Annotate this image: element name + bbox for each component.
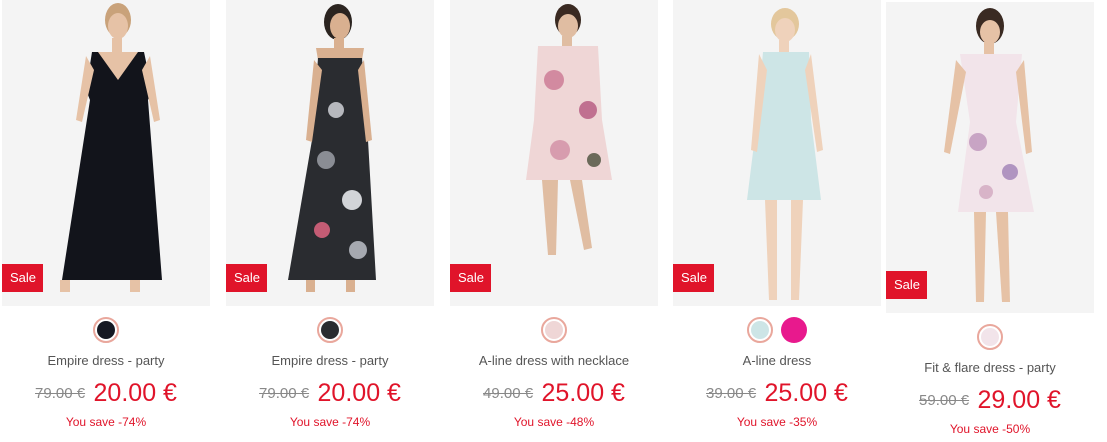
savings-text: You save -35% xyxy=(736,415,818,429)
product-name[interactable]: Fit & flare dress - party xyxy=(886,360,1094,376)
old-price: 59.00 € xyxy=(919,392,970,409)
product-name[interactable]: Empire dress - party xyxy=(226,353,434,369)
color-swatches xyxy=(450,314,658,346)
product-card[interactable]: Sale A-line dress with necklace 49.00 € … xyxy=(450,0,658,429)
product-image[interactable]: Sale xyxy=(2,0,210,306)
sale-badge: Sale xyxy=(450,264,492,292)
price-block: 79.00 € 20.00 € xyxy=(2,379,210,409)
product-card[interactable]: Sale Empire dress - party 79.00 € 20.00 … xyxy=(2,0,210,429)
color-swatch[interactable] xyxy=(977,324,1003,350)
sale-price: 29.00 € xyxy=(977,386,1061,414)
price-block: 49.00 € 25.00 € xyxy=(450,379,658,409)
product-name[interactable]: Empire dress - party xyxy=(2,353,210,369)
savings-text: You save -48% xyxy=(513,415,595,429)
old-price: 79.00 € xyxy=(35,385,86,402)
sale-badge: Sale xyxy=(2,264,44,292)
savings-text: You save -74% xyxy=(289,415,371,429)
sale-badge: Sale xyxy=(673,264,715,292)
price-block: 39.00 € 25.00 € xyxy=(673,379,881,409)
old-price: 39.00 € xyxy=(706,385,757,402)
sale-badge: Sale xyxy=(226,264,268,292)
price-block: 79.00 € 20.00 € xyxy=(226,379,434,409)
color-swatch[interactable] xyxy=(317,317,343,343)
savings-text: You save -74% xyxy=(65,415,147,429)
color-swatches xyxy=(673,314,881,346)
product-name[interactable]: A-line dress with necklace xyxy=(450,353,658,369)
sale-price: 20.00 € xyxy=(317,379,401,407)
product-card[interactable]: Sale A-line dress 39.00 € 25.00 € You sa… xyxy=(673,0,881,429)
product-image[interactable]: Sale xyxy=(673,0,881,306)
product-image[interactable]: Sale xyxy=(886,2,1094,313)
sale-price: 20.00 € xyxy=(93,379,177,407)
color-swatch[interactable] xyxy=(541,317,567,343)
sale-price: 25.00 € xyxy=(541,379,625,407)
product-name[interactable]: A-line dress xyxy=(673,353,881,369)
product-image[interactable]: Sale xyxy=(450,0,658,306)
color-swatches xyxy=(226,314,434,346)
product-card[interactable]: Sale Empire dress - party 79.00 € 20.00 … xyxy=(226,0,434,429)
product-image[interactable]: Sale xyxy=(226,0,434,306)
sale-badge: Sale xyxy=(886,271,928,299)
product-card[interactable]: Sale Fit & flare dress - party 59.00 € 2… xyxy=(886,2,1094,436)
sale-price: 25.00 € xyxy=(764,379,848,407)
savings-text: You save -50% xyxy=(949,422,1031,436)
color-swatches xyxy=(886,321,1094,353)
price-block: 59.00 € 29.00 € xyxy=(886,386,1094,416)
old-price: 79.00 € xyxy=(259,385,310,402)
old-price: 49.00 € xyxy=(483,385,534,402)
color-swatch[interactable] xyxy=(747,317,773,343)
color-swatches xyxy=(2,314,210,346)
color-swatch[interactable] xyxy=(93,317,119,343)
color-swatch[interactable] xyxy=(781,317,807,343)
